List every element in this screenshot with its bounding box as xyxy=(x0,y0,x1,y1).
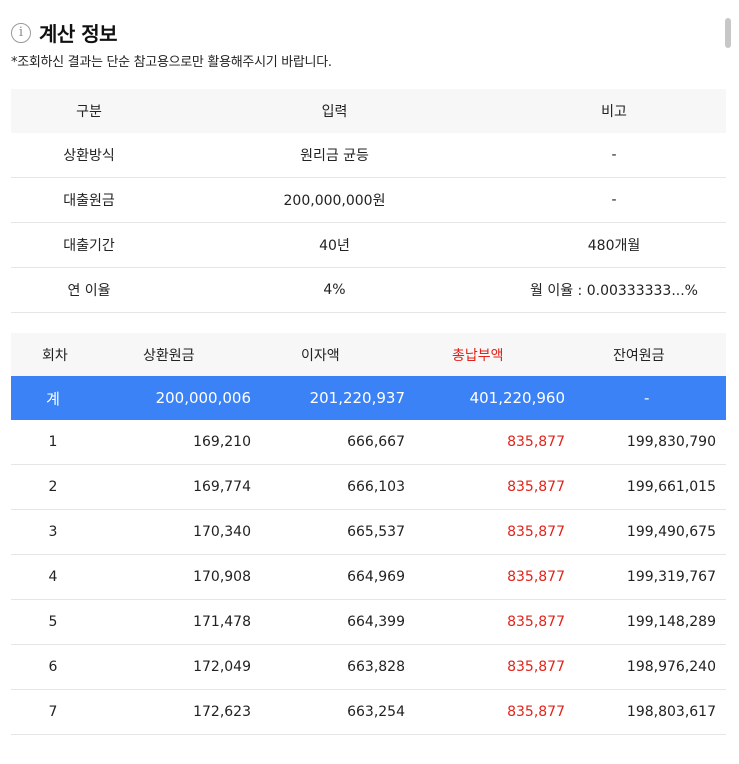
column-header: 총납부액 xyxy=(405,333,565,376)
payment-cell: 835,877 xyxy=(405,420,565,465)
payment-cell: 835,877 xyxy=(405,599,565,645)
column-header: 입력 xyxy=(167,89,502,133)
info-icon: i xyxy=(11,22,31,43)
principal-cell: 169,774 xyxy=(101,464,251,510)
principal-cell: 170,908 xyxy=(101,554,251,600)
table-row: 2 169,774 666,103 835,877 199,661,015 xyxy=(11,464,726,510)
installment-number: 2 xyxy=(11,464,101,510)
summary-input: 200,000,000원 xyxy=(167,177,502,223)
summary-row: 연 이율 4% 월 이율 : 0.00333333...% xyxy=(11,267,726,313)
installment-number: 6 xyxy=(11,644,101,690)
summary-row: 대출원금 200,000,000원 - xyxy=(11,177,726,223)
installment-number: 3 xyxy=(11,509,101,555)
table-row: 7 172,623 663,254 835,877 198,803,617 xyxy=(11,689,726,735)
interest-cell: 666,103 xyxy=(251,464,405,510)
balance-cell: 199,319,767 xyxy=(565,554,726,600)
balance-cell: 198,803,617 xyxy=(565,689,726,735)
installment-number: 7 xyxy=(11,689,101,735)
table-row: 1 169,210 666,667 835,877 199,830,790 xyxy=(11,420,726,465)
interest-cell: 663,828 xyxy=(251,644,405,690)
column-header: 구분 xyxy=(11,89,167,133)
installment-number: 5 xyxy=(11,599,101,645)
total-interest: 201,220,937 xyxy=(251,376,405,420)
payment-cell: 835,877 xyxy=(405,554,565,600)
calculation-info-panel: i 계산 정보 *조회하신 결과는 단순 참고용으로만 활용해주시기 바랍니다.… xyxy=(0,0,726,764)
principal-cell: 172,049 xyxy=(101,644,251,690)
principal-cell: 170,340 xyxy=(101,509,251,555)
repayment-schedule-table: 회차 상환원금 이자액 총납부액 잔여원금 계 200,000,006 201,… xyxy=(11,333,726,735)
summary-note: 월 이율 : 0.00333333...% xyxy=(502,267,726,313)
installment-number: 1 xyxy=(11,420,101,465)
summary-input: 40년 xyxy=(167,222,502,268)
table-row: 5 171,478 664,399 835,877 199,148,289 xyxy=(11,599,726,645)
interest-cell: 663,254 xyxy=(251,689,405,735)
interest-cell: 666,667 xyxy=(251,420,405,465)
column-header: 상환원금 xyxy=(101,333,251,376)
summary-label: 대출기간 xyxy=(11,222,167,268)
summary-input: 4% xyxy=(167,267,502,313)
summary-label: 연 이율 xyxy=(11,267,167,313)
disclaimer-note: *조회하신 결과는 단순 참고용으로만 활용해주시기 바랍니다. xyxy=(11,55,332,70)
summary-row: 상환방식 원리금 균등 - xyxy=(11,133,726,178)
payment-cell: 835,877 xyxy=(405,464,565,510)
scrollbar-thumb[interactable] xyxy=(725,18,731,48)
balance-cell: 199,148,289 xyxy=(565,599,726,645)
total-principal: 200,000,006 xyxy=(101,376,251,420)
interest-cell: 664,969 xyxy=(251,554,405,600)
summary-label: 상환방식 xyxy=(11,133,167,178)
summary-label: 대출원금 xyxy=(11,177,167,223)
summary-note: - xyxy=(502,177,726,223)
interest-cell: 664,399 xyxy=(251,599,405,645)
page-title: 계산 정보 xyxy=(39,22,118,46)
principal-cell: 171,478 xyxy=(101,599,251,645)
summary-note: - xyxy=(502,133,726,178)
payment-cell: 835,877 xyxy=(405,689,565,735)
balance-cell: 198,976,240 xyxy=(565,644,726,690)
payment-cell: 835,877 xyxy=(405,644,565,690)
scroll-fade xyxy=(0,744,726,764)
summary-input: 원리금 균등 xyxy=(167,133,502,178)
scrollbar-track[interactable] xyxy=(726,0,739,764)
table-row: 6 172,049 663,828 835,877 198,976,240 xyxy=(11,644,726,690)
column-header: 이자액 xyxy=(251,333,405,376)
summary-header-row: 구분 입력 비고 xyxy=(11,89,726,133)
summary-table: 구분 입력 비고 상환방식 원리금 균등 - 대출원금 200,000,000원… xyxy=(11,89,726,313)
principal-cell: 172,623 xyxy=(101,689,251,735)
total-row: 계 200,000,006 201,220,937 401,220,960 - xyxy=(11,376,726,420)
column-header: 잔여원금 xyxy=(565,333,726,376)
column-header: 비고 xyxy=(502,89,726,133)
summary-row: 대출기간 40년 480개월 xyxy=(11,222,726,268)
principal-cell: 169,210 xyxy=(101,420,251,465)
total-payment: 401,220,960 xyxy=(405,376,565,420)
summary-note: 480개월 xyxy=(502,222,726,268)
balance-cell: 199,661,015 xyxy=(565,464,726,510)
section-header: i 계산 정보 xyxy=(11,18,118,47)
table-row: 4 170,908 664,969 835,877 199,319,767 xyxy=(11,554,726,600)
balance-cell: 199,490,675 xyxy=(565,509,726,555)
table-row: 3 170,340 665,537 835,877 199,490,675 xyxy=(11,509,726,555)
column-header: 회차 xyxy=(11,333,101,376)
total-label: 계 xyxy=(11,376,101,420)
schedule-header-row: 회차 상환원금 이자액 총납부액 잔여원금 xyxy=(11,333,726,376)
interest-cell: 665,537 xyxy=(251,509,405,555)
total-balance: - xyxy=(565,376,726,420)
installment-number: 4 xyxy=(11,554,101,600)
balance-cell: 199,830,790 xyxy=(565,420,726,465)
payment-cell: 835,877 xyxy=(405,509,565,555)
